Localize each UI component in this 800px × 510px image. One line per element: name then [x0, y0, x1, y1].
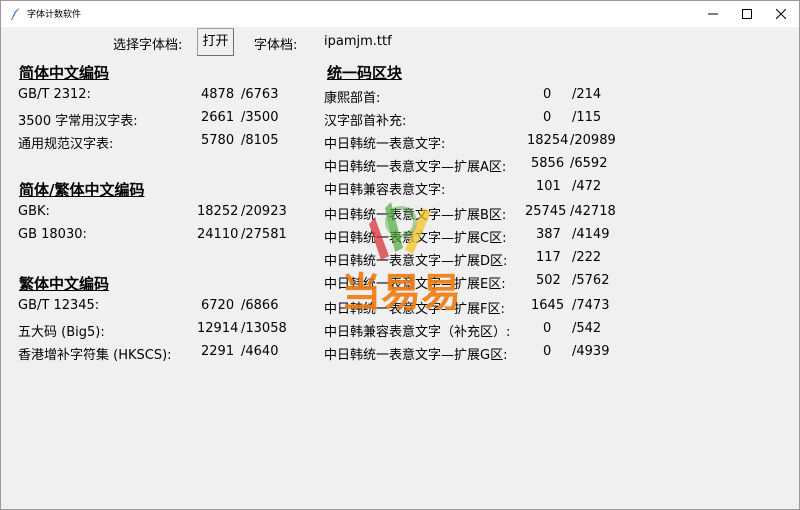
- row-count: 5780: [201, 133, 235, 148]
- row-count: 0: [543, 344, 552, 359]
- row-label: 中日韩兼容表意文字:: [324, 183, 446, 198]
- row-label: 五大码 (Big5):: [18, 325, 105, 340]
- row-count: 0: [543, 110, 552, 125]
- row-total: /27581: [241, 227, 287, 242]
- row-total: /13058: [241, 321, 287, 336]
- row-count: 101: [536, 179, 561, 194]
- row-label: GB/T 12345:: [18, 298, 100, 313]
- row-label: 香港增补字符集 (HKSCS):: [18, 348, 172, 363]
- row-total: /115: [572, 110, 602, 125]
- row-total: /214: [572, 87, 602, 102]
- maximize-icon: [742, 9, 752, 19]
- row-count: 12914: [197, 321, 239, 336]
- row-label: 通用规范汉字表:: [18, 137, 114, 152]
- row-total: /6763: [241, 87, 279, 102]
- row-label: 中日韩统一表意文字—扩展G区:: [324, 348, 508, 363]
- row-total: /6592: [570, 156, 608, 171]
- row-total: /222: [572, 250, 602, 265]
- section-title-unicode-blocks: 统一码区块: [327, 64, 403, 82]
- row-count: 502: [536, 273, 561, 288]
- row-count: 5856: [531, 156, 565, 171]
- choose-font-label: 选择字体档:: [113, 38, 183, 53]
- row-label: 康熙部首:: [324, 91, 381, 106]
- section-title-simplified-traditional: 简体/繁体中文编码: [19, 181, 145, 199]
- row-label: GBK:: [18, 204, 50, 219]
- font-file-label: 字体档:: [254, 38, 298, 53]
- watermark-text: 当易易: [341, 270, 461, 316]
- close-icon: [776, 9, 786, 19]
- row-count: 2661: [201, 110, 235, 125]
- row-count: 4878: [201, 87, 235, 102]
- maximize-button[interactable]: [730, 1, 764, 27]
- section-title-simplified: 简体中文编码: [19, 64, 110, 82]
- title-bar[interactable]: 字体计数软件: [1, 1, 799, 27]
- row-count: 6720: [201, 298, 235, 313]
- open-button[interactable]: 打开: [197, 28, 234, 56]
- row-count: 18252: [197, 204, 239, 219]
- row-total: /5762: [572, 273, 610, 288]
- row-total: /20923: [241, 204, 287, 219]
- row-label: 汉字部首补充:: [324, 114, 407, 129]
- section-title-traditional: 繁体中文编码: [19, 275, 110, 293]
- minimize-button[interactable]: [696, 1, 730, 27]
- row-count: 2291: [201, 344, 235, 359]
- row-total: /4640: [241, 344, 279, 359]
- row-count: 25745: [525, 204, 567, 219]
- row-total: /542: [572, 321, 602, 336]
- row-count: 0: [543, 87, 552, 102]
- row-total: /7473: [572, 298, 610, 313]
- row-total: /3500: [241, 110, 279, 125]
- row-total: /6866: [241, 298, 279, 313]
- row-count: 117: [536, 250, 561, 265]
- row-label: GB 18030:: [18, 227, 87, 242]
- row-label: 中日韩统一表意文字:: [324, 137, 446, 152]
- font-file-name: ipamjm.ttf: [324, 34, 392, 49]
- row-count: 24110: [197, 227, 239, 242]
- row-total: /8105: [241, 133, 279, 148]
- row-label: 中日韩兼容表意文字（补充区）:: [324, 325, 511, 340]
- row-count: 18254: [527, 133, 569, 148]
- feather-icon: [9, 6, 23, 21]
- row-count: 1645: [531, 298, 565, 313]
- row-label: GB/T 2312:: [18, 87, 91, 102]
- row-total: /42718: [570, 204, 616, 219]
- row-label: 中日韩统一表意文字—扩展A区:: [324, 160, 507, 175]
- watermark-logo: 当易易: [341, 202, 461, 316]
- window-title: 字体计数软件: [27, 10, 82, 20]
- row-count: 387: [536, 227, 561, 242]
- row-count: 0: [543, 321, 552, 336]
- app-window: 字体计数软件 选择字体档: 打开 字体档: ipamjm.ttf 简体中文编码 …: [0, 0, 800, 510]
- close-button[interactable]: [764, 1, 798, 27]
- row-total: /472: [572, 179, 602, 194]
- row-total: /4149: [572, 227, 610, 242]
- row-total: /20989: [570, 133, 616, 148]
- row-total: /4939: [572, 344, 610, 359]
- row-label: 3500 字常用汉字表:: [18, 114, 138, 129]
- minimize-icon: [708, 13, 718, 15]
